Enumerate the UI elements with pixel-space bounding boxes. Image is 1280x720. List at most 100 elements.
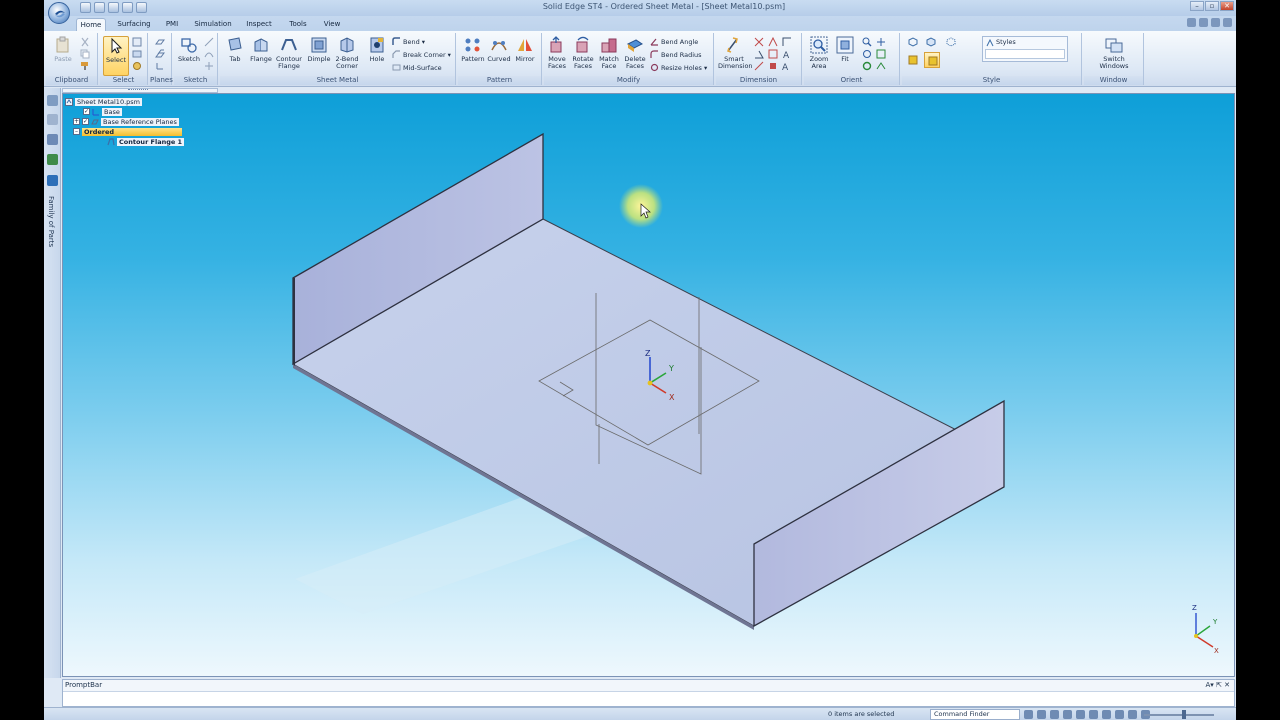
tab-inspect[interactable]: Inspect (244, 18, 274, 31)
tab-view[interactable]: View (320, 18, 344, 31)
zoom-area-button[interactable]: Zoom Area (806, 36, 832, 76)
text-annotation-icon[interactable]: A (782, 49, 792, 59)
tree-row-root[interactable]: Sheet Metal10.psm (65, 97, 142, 106)
fit-status-icon[interactable] (1063, 710, 1072, 719)
select-filter-icon[interactable] (132, 37, 142, 47)
rotate-view-icon[interactable] (862, 49, 872, 59)
pathfinder-grip[interactable] (128, 89, 148, 91)
pan-status-icon[interactable] (1076, 710, 1085, 719)
zoom-slider-thumb[interactable] (1182, 710, 1186, 719)
coincident-plane-icon[interactable] (155, 49, 165, 59)
qat-menu-icon[interactable] (136, 2, 147, 13)
paste-button[interactable]: Paste (50, 36, 76, 76)
view-style-status-icon[interactable] (1115, 710, 1124, 719)
contour-flange-button[interactable]: Contour Flange (274, 36, 304, 76)
dimple-button[interactable]: Dimple (306, 36, 332, 76)
view-style-shaded-icon[interactable] (908, 37, 918, 47)
sketch-relate-icon[interactable] (204, 61, 214, 71)
base-visibility-checkbox[interactable]: ✓ (83, 108, 90, 115)
move-faces-button[interactable]: Move Faces (544, 36, 570, 76)
help-icon[interactable] (1187, 18, 1196, 27)
break-corner-button[interactable]: Break Corner ▾ (392, 49, 451, 60)
view-overrides-button[interactable] (924, 52, 940, 68)
zoom-out-icon[interactable] (1037, 710, 1046, 719)
dimension-style-icon[interactable] (768, 61, 778, 71)
tab-feature-button[interactable]: Tab (222, 36, 248, 76)
tree-row-ordered[interactable]: – Ordered (73, 127, 182, 136)
sketch-arc-icon[interactable] (204, 49, 214, 59)
view-orientation-status-icon[interactable] (1102, 710, 1111, 719)
select-face-icon[interactable] (132, 49, 142, 59)
styles-gallery[interactable]: Styles (982, 36, 1068, 62)
sketch-view-icon[interactable] (876, 49, 886, 59)
curved-pattern-button[interactable]: Curved (486, 36, 512, 76)
mid-surface-button[interactable]: Mid-Surface (392, 62, 442, 73)
two-bend-corner-button[interactable]: 2-Bend Corner (332, 36, 362, 76)
symmetric-diameter-icon[interactable] (768, 49, 778, 59)
maximize-button[interactable]: ▫ (1205, 1, 1219, 11)
selection-mode-icon[interactable] (1128, 710, 1137, 719)
tree-row-base-reference-planes[interactable]: + ✓ Base Reference Planes (73, 117, 179, 126)
mirror-button[interactable]: Mirror (512, 36, 538, 76)
view-style-edges-icon[interactable] (926, 37, 936, 47)
family-of-parts-tab[interactable]: Family of Parts (47, 196, 55, 247)
layers-tab-icon[interactable] (47, 134, 58, 145)
save-icon[interactable] (80, 2, 91, 13)
plane-icon[interactable] (155, 37, 165, 47)
tab-home[interactable]: Home (76, 18, 106, 31)
tree-row-contour-flange[interactable]: Contour Flange 1 (107, 137, 185, 146)
bend-angle-button[interactable]: Bend Angle (650, 36, 698, 47)
close-button[interactable]: ✕ (1220, 1, 1234, 11)
pathfinder-tab-icon[interactable] (47, 95, 58, 106)
zoom-slider[interactable] (1144, 714, 1214, 716)
hole-button[interactable]: Hole (364, 36, 390, 76)
coordinate-dim-icon[interactable] (782, 37, 792, 47)
view-style-wire-icon[interactable] (946, 37, 956, 47)
zoom-icon[interactable] (862, 37, 872, 47)
minimize-button[interactable]: – (1190, 1, 1204, 11)
zoom-in-icon[interactable] (1024, 710, 1033, 719)
undo-icon[interactable] (94, 2, 105, 13)
restore-icon[interactable] (1211, 18, 1220, 27)
csys-icon[interactable] (155, 61, 165, 71)
prompt-bar-controls[interactable]: A▾ ⇱ ✕ (1206, 681, 1230, 689)
prompt-bar-text-area[interactable] (63, 691, 1234, 706)
flange-button[interactable]: Flange (248, 36, 274, 76)
copy-icon[interactable] (80, 49, 90, 59)
cut-icon[interactable] (80, 37, 90, 47)
resize-holes-button[interactable]: Resize Holes ▾ (650, 62, 707, 73)
part-color-icon[interactable] (908, 55, 918, 65)
bend-radius-button[interactable]: Bend Radius (650, 49, 702, 60)
smart-dimension-button[interactable]: Smart Dimension (718, 36, 753, 76)
tab-surfacing[interactable]: Surfacing (114, 18, 154, 31)
switch-windows-button[interactable]: Switch Windows (1098, 36, 1130, 76)
application-button[interactable] (48, 2, 70, 24)
sketch-line-icon[interactable] (204, 37, 214, 47)
tree-row-base[interactable]: ✓ Base (83, 107, 122, 116)
library-tab-icon[interactable] (47, 114, 58, 125)
distance-between-icon[interactable] (754, 37, 764, 47)
tab-tools[interactable]: Tools (284, 18, 312, 31)
minimize-ribbon-icon[interactable] (1199, 18, 1208, 27)
view-orientation-icon[interactable] (876, 61, 886, 71)
select-options-icon[interactable] (132, 61, 142, 71)
model-scene[interactable]: Z Y X Z Y X (63, 94, 1235, 677)
redo-icon[interactable] (108, 2, 119, 13)
rotate-status-icon[interactable] (1089, 710, 1098, 719)
previous-view-icon[interactable] (862, 61, 872, 71)
sensors-tab-icon[interactable] (47, 175, 58, 186)
fit-button[interactable]: Fit (832, 36, 858, 76)
chamfer-dim-icon[interactable] (754, 61, 764, 71)
rotate-faces-button[interactable]: Rotate Faces (570, 36, 596, 76)
pattern-button[interactable]: Pattern (460, 36, 486, 76)
close-doc-icon[interactable] (1223, 18, 1232, 27)
pan-icon[interactable] (876, 37, 886, 47)
tab-simulation[interactable]: Simulation (192, 18, 234, 31)
print-icon[interactable] (122, 2, 133, 13)
select-tool-button[interactable]: Select (103, 36, 129, 76)
collapse-ordered-icon[interactable]: – (73, 128, 80, 135)
feature-library-tab-icon[interactable] (47, 154, 58, 165)
format-painter-icon[interactable] (80, 61, 90, 71)
styles-dropdown[interactable] (985, 49, 1065, 59)
base-planes-visibility-checkbox[interactable]: ✓ (82, 118, 89, 125)
